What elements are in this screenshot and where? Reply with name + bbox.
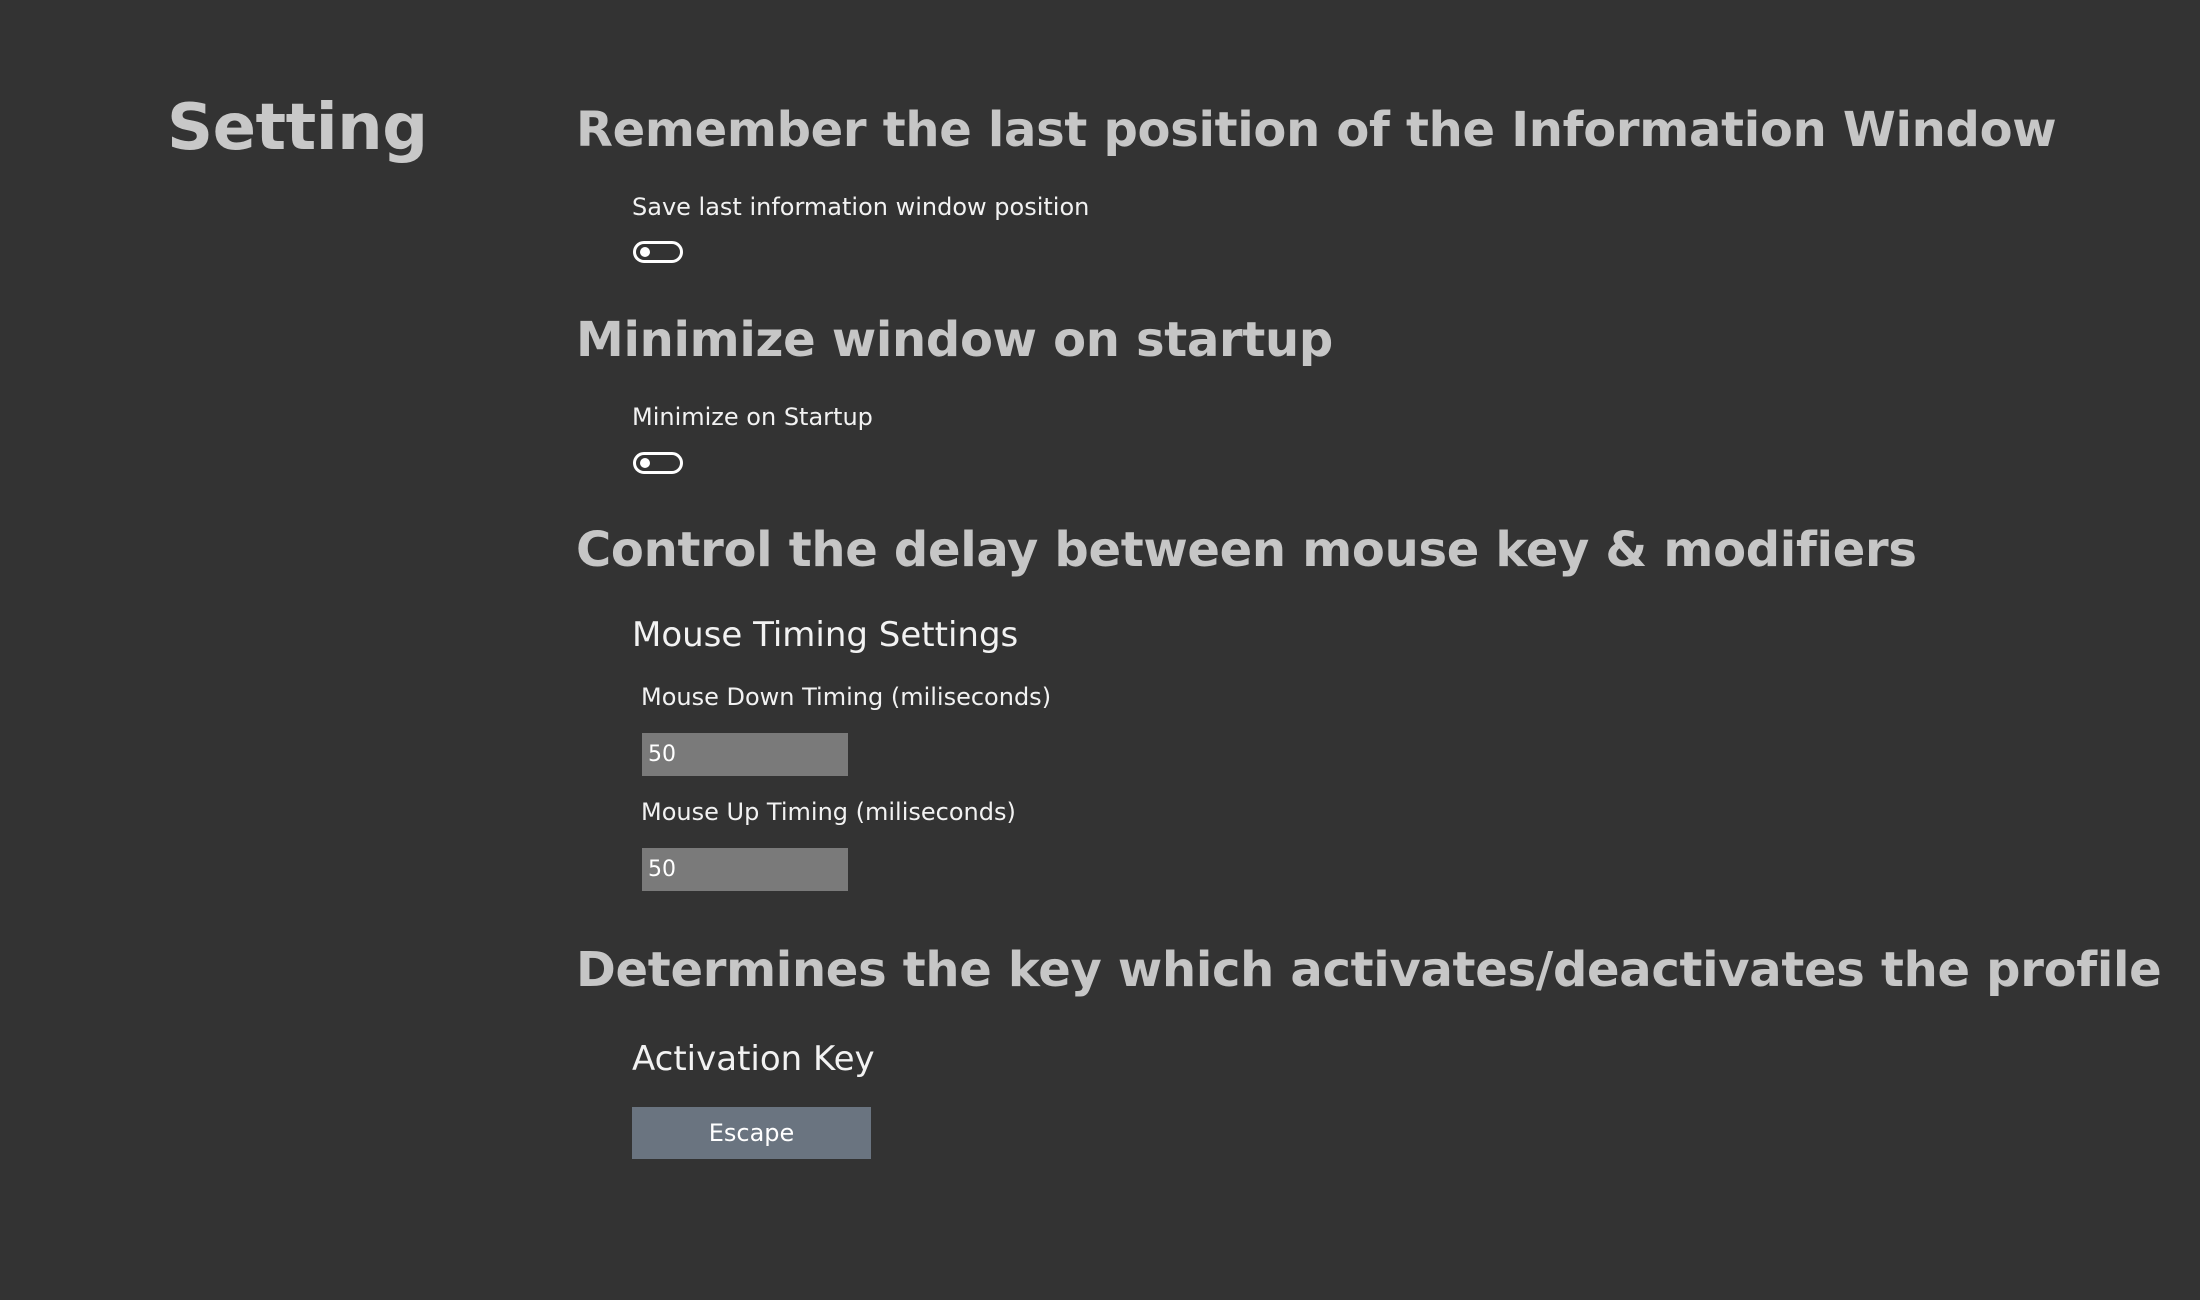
- mouse-down-timing-label: Mouse Down Timing (miliseconds): [641, 683, 1052, 711]
- mouse-timing-subheading: Mouse Timing Settings: [632, 615, 1019, 655]
- section-heading-mouse-delay: Control the delay between mouse key & mo…: [576, 522, 1917, 578]
- section-heading-activation-key: Determines the key which activates/deact…: [576, 942, 2162, 998]
- mouse-up-timing-input[interactable]: [642, 848, 848, 891]
- settings-page: Setting Remember the last position of th…: [0, 0, 2200, 1300]
- page-title: Setting: [167, 91, 428, 165]
- minimize-startup-toggle[interactable]: [633, 452, 683, 474]
- section-heading-remember-position: Remember the last position of the Inform…: [576, 102, 2057, 158]
- save-position-toggle[interactable]: [633, 241, 683, 263]
- save-position-label: Save last information window position: [632, 193, 1090, 221]
- activation-key-subheading: Activation Key: [632, 1039, 875, 1079]
- mouse-down-timing-input[interactable]: [642, 733, 848, 776]
- mouse-up-timing-label: Mouse Up Timing (miliseconds): [641, 798, 1016, 826]
- toggle-knob: [640, 458, 650, 468]
- toggle-knob: [640, 247, 650, 257]
- activation-key-button[interactable]: Escape: [632, 1107, 871, 1159]
- minimize-startup-label: Minimize on Startup: [632, 403, 873, 431]
- section-heading-minimize-startup: Minimize window on startup: [576, 312, 1333, 368]
